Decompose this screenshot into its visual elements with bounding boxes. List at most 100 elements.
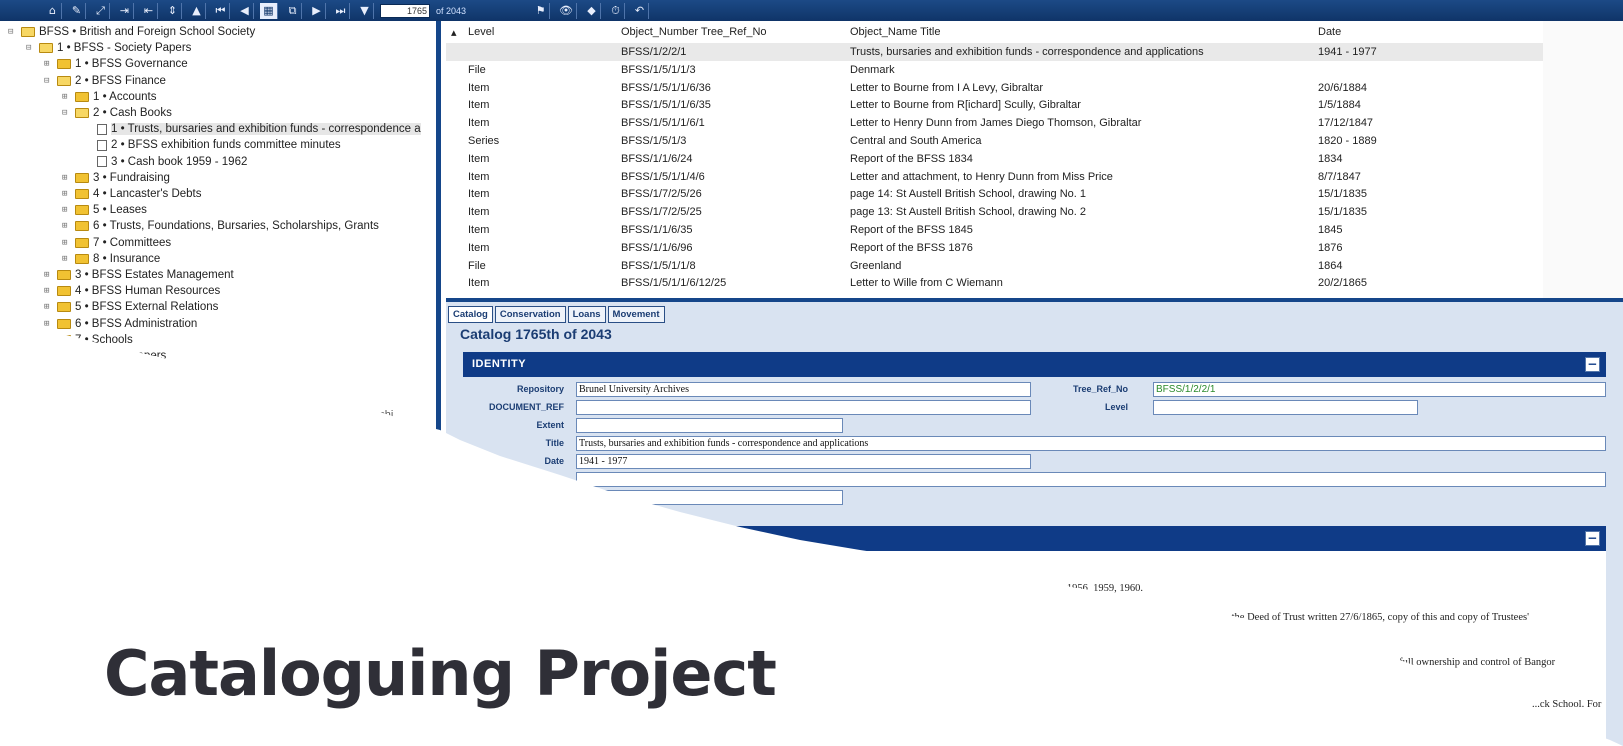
- expand-node-icon[interactable]: ⊞: [62, 189, 72, 199]
- tag-icon[interactable]: ◆: [583, 2, 601, 19]
- expand-icon[interactable]: ⤢: [92, 2, 110, 19]
- last-record-icon[interactable]: ⏭: [332, 2, 350, 19]
- extent-field[interactable]: [576, 418, 843, 433]
- outdent-icon[interactable]: ⇤: [140, 2, 158, 19]
- flag-icon[interactable]: ⚑: [532, 2, 551, 19]
- title-field[interactable]: Trusts, bursaries and exhibition funds -…: [576, 436, 1606, 451]
- tree-item[interactable]: ⊞ 3 • Fundraising: [62, 170, 170, 186]
- cell-title: Report of the BFSS 1876: [850, 241, 973, 254]
- column-header-level[interactable]: Level: [468, 26, 608, 38]
- collapse-description-button[interactable]: −: [1585, 531, 1600, 546]
- tree-item[interactable]: ⊟ 2 • BFSS Finance: [44, 73, 166, 89]
- tree-item[interactable]: ⊞ 6 • BFSS Administration: [44, 316, 197, 332]
- down-icon[interactable]: ▼: [356, 2, 374, 19]
- table-row[interactable]: Item BFSS/1/5/1/1/6/36 Letter to Bourne fr…: [446, 79, 1543, 97]
- tree-item[interactable]: ⊞ 5 • Leases: [62, 202, 147, 218]
- description-section-header[interactable]: −: [463, 526, 1606, 551]
- record-number-input[interactable]: [380, 3, 430, 18]
- up-icon[interactable]: ▲: [188, 2, 206, 19]
- collapse-node-icon[interactable]: ⊟: [8, 27, 18, 37]
- grid-scrollbar[interactable]: [1543, 21, 1623, 298]
- tree-item[interactable]: ⊞ 1 • BFSS Governance: [44, 56, 188, 72]
- tree-item[interactable]: ⊞ 7 • Committees: [62, 235, 171, 251]
- tree-item[interactable]: ⊞ 8 • Insurance: [62, 251, 160, 267]
- form-view-icon[interactable]: ⧉: [284, 2, 302, 19]
- table-row[interactable]: Item BFSS/1/7/2/5/25 page 13: St Austell B…: [446, 203, 1543, 221]
- tab-conservation[interactable]: Conservation: [494, 306, 566, 323]
- level-label: Level: [1104, 402, 1128, 412]
- edit-icon[interactable]: ✎: [68, 2, 86, 19]
- expand-node-icon[interactable]: ⊞: [62, 205, 72, 215]
- tree-item[interactable]: ⊞ 6 • Trusts, Foundations, Bursaries, Sch…: [62, 218, 379, 234]
- table-row[interactable]: Item BFSS/1/1/6/96 Report of the BFSS 1876…: [446, 239, 1543, 257]
- table-row[interactable]: Item BFSS/1/5/1/1/6/1 Letter to Henry Dunn…: [446, 114, 1543, 132]
- table-row[interactable]: Item BFSS/1/5/1/1/6/12/25 Letter to Wille …: [446, 274, 1543, 292]
- column-header-title[interactable]: Object_Name Title: [850, 26, 1310, 38]
- tree-item[interactable]: 2 • BFSS exhibition funds committee minu…: [84, 137, 341, 153]
- level-field[interactable]: [1153, 400, 1418, 415]
- repository-field[interactable]: Brunel University Archives: [576, 382, 1031, 397]
- home-icon[interactable]: ⌂: [44, 2, 62, 19]
- expand-node-icon[interactable]: ⊞: [62, 92, 72, 102]
- tree-item[interactable]: 1 • Trusts, bursaries and exhibition fun…: [84, 121, 421, 137]
- tree-item[interactable]: ⊞ 5 • BFSS External Relations: [44, 299, 218, 315]
- tree-item[interactable]: 3 • Cash book 1959 - 1962: [84, 154, 247, 170]
- expand-node-icon[interactable]: ⊞: [62, 238, 72, 248]
- collapse-identity-button[interactable]: −: [1585, 357, 1600, 372]
- expand-node-icon[interactable]: ⊞: [62, 254, 72, 264]
- column-header-date[interactable]: Date: [1318, 26, 1518, 38]
- expand-node-icon[interactable]: ⊞: [62, 221, 72, 231]
- table-row[interactable]: BFSS/1/2/2/1 Trusts, bursaries and exhibi…: [446, 43, 1543, 61]
- tree-item[interactable]: ⊞ 4 • Lancaster's Debts: [62, 186, 202, 202]
- expand-node-icon[interactable]: ⊞: [44, 59, 54, 69]
- tree-item[interactable]: ⊟ BFSS • British and Foreign School Socie…: [8, 24, 255, 40]
- table-row[interactable]: File BFSS/1/5/1/1/3 Denmark: [446, 61, 1543, 79]
- collapse-node-icon[interactable]: ⊟: [62, 108, 72, 118]
- document-ref-field[interactable]: [576, 400, 1031, 415]
- tree-item[interactable]: ⊞ 7 • Schools: [44, 332, 133, 348]
- tree-item[interactable]: ...nal papers: [90, 348, 166, 364]
- tree-item[interactable]: ⊟ 1 • BFSS - Society Papers: [26, 40, 191, 56]
- sort-icon[interactable]: ⇕: [164, 2, 182, 19]
- table-row[interactable]: File BFSS/1/5/1/1/8 Greenland 1864: [446, 257, 1543, 275]
- date-field[interactable]: 1941 - 1977: [576, 454, 1031, 469]
- collapse-node-icon[interactable]: ⊟: [44, 76, 54, 86]
- folder-icon: [39, 43, 53, 54]
- table-row[interactable]: Item BFSS/1/5/1/1/4/6 Letter and attachmen…: [446, 168, 1543, 186]
- history-icon[interactable]: ⏱: [607, 2, 625, 19]
- next-record-icon[interactable]: ▶: [308, 2, 326, 19]
- view-icon[interactable]: 👁: [556, 2, 577, 19]
- identity-section-header[interactable]: IDENTITY −: [463, 352, 1606, 377]
- tree-item[interactable]: ⊟ 2 • Cash Books: [62, 105, 172, 121]
- cell-title: Letter to Wille from C Wiemann: [850, 277, 1003, 290]
- table-row[interactable]: Item BFSS/1/5/1/1/6/35 Letter to Bourne fr…: [446, 96, 1543, 114]
- tab-movement[interactable]: Movement: [607, 306, 665, 323]
- tree-item[interactable]: ⊞ 4 • BFSS Human Resources: [44, 283, 220, 299]
- expand-node-icon[interactable]: ⊞: [44, 286, 54, 296]
- table-row[interactable]: Item BFSS/1/1/6/35 Report of the BFSS 1845…: [446, 221, 1543, 239]
- indent-icon[interactable]: ⇥: [116, 2, 134, 19]
- grid-view-icon[interactable]: ▦: [260, 2, 278, 19]
- table-row[interactable]: Item BFSS/1/1/6/24 Report of the BFSS 1834…: [446, 150, 1543, 168]
- notes-field[interactable]: [576, 472, 1606, 487]
- sort-indicator-icon[interactable]: ▴: [451, 26, 457, 39]
- secondary-field[interactable]: [576, 490, 843, 505]
- undo-icon[interactable]: ↶: [631, 2, 649, 19]
- tree-item[interactable]: ⊞ 1 • Accounts: [62, 89, 156, 105]
- expand-node-icon[interactable]: ⊞: [44, 335, 54, 345]
- tab-catalog[interactable]: Catalog: [448, 306, 493, 323]
- expand-node-icon[interactable]: ⊞: [44, 319, 54, 329]
- table-row[interactable]: Series BFSS/1/5/1/3 Central and South Amer…: [446, 132, 1543, 150]
- first-record-icon[interactable]: ⏮: [212, 2, 230, 19]
- tree-item[interactable]: ⊞ 3 • BFSS Estates Management: [44, 267, 234, 283]
- tab-loans[interactable]: Loans: [567, 306, 606, 323]
- table-row[interactable]: Item BFSS/1/7/2/5/26 page 14: St Austell B…: [446, 185, 1543, 203]
- column-header-object-number[interactable]: Object_Number Tree_Ref_No: [621, 26, 841, 38]
- tree-ref-field[interactable]: BFSS/1/2/2/1: [1153, 382, 1606, 397]
- description-line: ...handed over full ownership and contro…: [1337, 657, 1556, 668]
- collapse-node-icon[interactable]: ⊟: [26, 43, 36, 53]
- previous-record-icon[interactable]: ◀: [236, 2, 254, 19]
- expand-node-icon[interactable]: ⊞: [44, 302, 54, 312]
- expand-node-icon[interactable]: ⊞: [62, 173, 72, 183]
- expand-node-icon[interactable]: ⊞: [44, 270, 54, 280]
